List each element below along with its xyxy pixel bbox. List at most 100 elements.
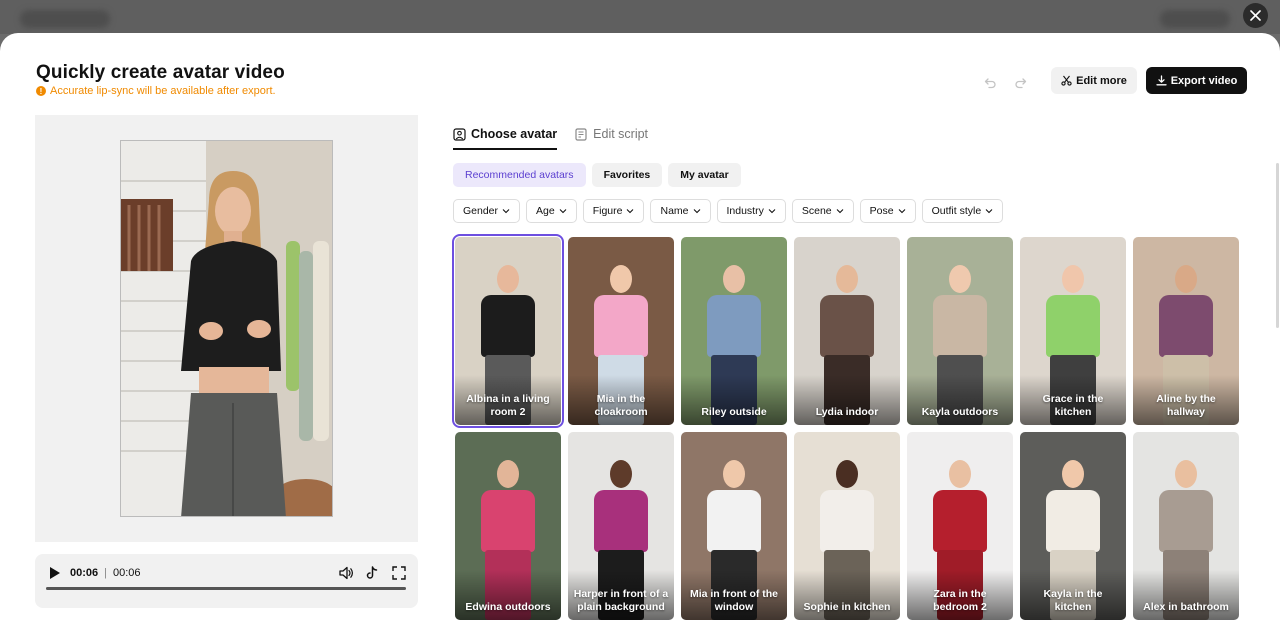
chip-recommended-avatars[interactable]: Recommended avatars [453, 163, 586, 187]
filter-figure[interactable]: Figure [582, 199, 645, 223]
download-icon [1156, 75, 1167, 86]
chevron-down-icon [985, 209, 993, 214]
progress-bar[interactable] [46, 587, 406, 590]
chevron-down-icon [627, 209, 634, 214]
page-title: Quickly create avatar video [36, 62, 285, 83]
avatar-card[interactable]: Grace in the kitchen [1020, 237, 1126, 425]
avatar-card-name: Lydia indoor [815, 406, 879, 418]
filter-gender[interactable]: Gender [453, 199, 521, 223]
avatar-thumbnail-head [836, 460, 858, 488]
filter-pose[interactable]: Pose [859, 199, 916, 223]
avatar-thumbnail-head [949, 460, 971, 488]
avatar-card[interactable]: Alex in bathroom [1133, 432, 1239, 620]
filter-label: Scene [801, 205, 832, 217]
tab-label: Edit script [593, 127, 649, 141]
modal-scrollbar[interactable] [1276, 163, 1279, 328]
filter-outfit-style[interactable]: Outfit style [921, 199, 1004, 223]
avatar-card-name: Riley outside [701, 406, 767, 418]
avatar-card[interactable]: Aline by the hallway [1133, 237, 1239, 425]
filter-label: Figure [592, 205, 623, 217]
avatar-thumbnail-head [1175, 265, 1197, 293]
export-label: Export video [1170, 74, 1238, 87]
avatar-thumbnail-head [1175, 460, 1197, 488]
avatar-thumbnail-top [481, 490, 535, 552]
chip-favorites[interactable]: Favorites [591, 163, 663, 187]
avatar-thumbnail-head [949, 265, 971, 293]
avatar-thumbnail-head [723, 265, 745, 293]
chevron-down-icon [836, 209, 844, 214]
avatar-thumbnail-top [481, 295, 535, 357]
avatar-card[interactable]: Riley outside [681, 237, 787, 425]
undo-icon [984, 77, 996, 88]
close-modal-button[interactable] [1243, 3, 1268, 28]
avatar-tabs: Choose avatar Edit script [453, 123, 648, 150]
page-backdrop [0, 0, 1280, 34]
avatar-card-name: Harper in front of a plain background [573, 588, 669, 613]
redo-button[interactable] [1011, 73, 1029, 91]
redo-icon [1014, 77, 1026, 88]
backdrop-blur [20, 10, 110, 28]
avatar-card[interactable]: Kayla outdoors [907, 237, 1013, 425]
avatar-thumbnail-top [707, 490, 761, 552]
volume-button[interactable] [338, 565, 354, 581]
filter-name[interactable]: Name [650, 199, 711, 223]
chip-my-avatar[interactable]: My avatar [668, 163, 741, 187]
avatar-card[interactable]: Mia in the cloakroom [568, 237, 674, 425]
avatar-thumbnail-top [933, 490, 987, 552]
avatar-card-name: Mia in the cloakroom [594, 393, 648, 418]
edit-more-label: Edit more [1076, 74, 1127, 87]
time-separator: | [104, 567, 107, 579]
progress-fill [46, 587, 406, 590]
avatar-thumbnail-head [497, 265, 519, 293]
chevron-down-icon [559, 209, 567, 214]
avatar-card-name: Alex in bathroom [1143, 601, 1229, 613]
avatar-thumbnail-top [594, 490, 648, 552]
filter-scene[interactable]: Scene [791, 199, 854, 223]
avatar-card[interactable]: Edwina outdoors [455, 432, 561, 620]
avatar-card[interactable]: Kayla in the kitchen [1020, 432, 1126, 620]
chevron-down-icon [693, 209, 700, 214]
avatar-thumbnail-head [1062, 460, 1084, 488]
avatar-thumbnail-top [1159, 490, 1213, 552]
scissors-icon [1061, 75, 1072, 86]
avatar-card-name: Mia in front of the window [689, 588, 779, 613]
avatar-card[interactable]: Harper in front of a plain background [568, 432, 674, 620]
avatar-thumbnail-top [1046, 490, 1100, 552]
current-time: 00:06 [70, 567, 99, 579]
filter-industry[interactable]: Industry [716, 199, 786, 223]
close-icon [1250, 10, 1261, 21]
avatar-card[interactable]: Sophie in kitchen [794, 432, 900, 620]
undo-button[interactable] [981, 73, 999, 91]
export-video-button[interactable]: Export video [1146, 67, 1247, 94]
fullscreen-button[interactable] [391, 565, 407, 581]
filter-label: Industry [726, 205, 764, 217]
tiktok-button[interactable] [364, 565, 380, 581]
avatar-thumbnail-head [497, 460, 519, 488]
avatar-card[interactable]: Albina in a living room 2 [452, 234, 564, 428]
filter-age[interactable]: Age [526, 199, 577, 223]
avatar-card-name: Kayla in the kitchen [1043, 588, 1103, 613]
avatar-filters: Gender Age Figure Name Industry Scene Po… [453, 199, 1004, 223]
video-preview [35, 115, 418, 542]
avatar-thumbnail-head [1062, 265, 1084, 293]
filter-label: Outfit style [931, 205, 982, 217]
avatar-card[interactable]: Lydia indoor [794, 237, 900, 425]
filter-label: Name [660, 205, 689, 217]
avatar-thumbnail-top [820, 490, 874, 552]
chevron-down-icon [898, 209, 905, 214]
tab-label: Choose avatar [471, 127, 558, 141]
avatar-card[interactable]: Zara in the bedroom 2 [907, 432, 1013, 620]
total-time: 00:06 [113, 567, 141, 579]
avatar-thumbnail-top [1159, 295, 1213, 357]
fullscreen-icon [392, 566, 406, 580]
avatar-thumbnail-head [610, 460, 632, 488]
volume-icon [339, 566, 353, 580]
avatar-card-name: Grace in the kitchen [1042, 393, 1104, 418]
edit-more-button[interactable]: Edit more [1051, 67, 1137, 94]
tab-choose-avatar[interactable]: Choose avatar [453, 123, 558, 150]
avatar-video-frame[interactable] [120, 140, 333, 517]
tab-edit-script[interactable]: Edit script [575, 123, 648, 150]
lip-sync-notice: ! Accurate lip-sync will be available af… [36, 85, 276, 97]
avatar-card[interactable]: Mia in front of the window [681, 432, 787, 620]
play-button[interactable] [48, 566, 62, 580]
